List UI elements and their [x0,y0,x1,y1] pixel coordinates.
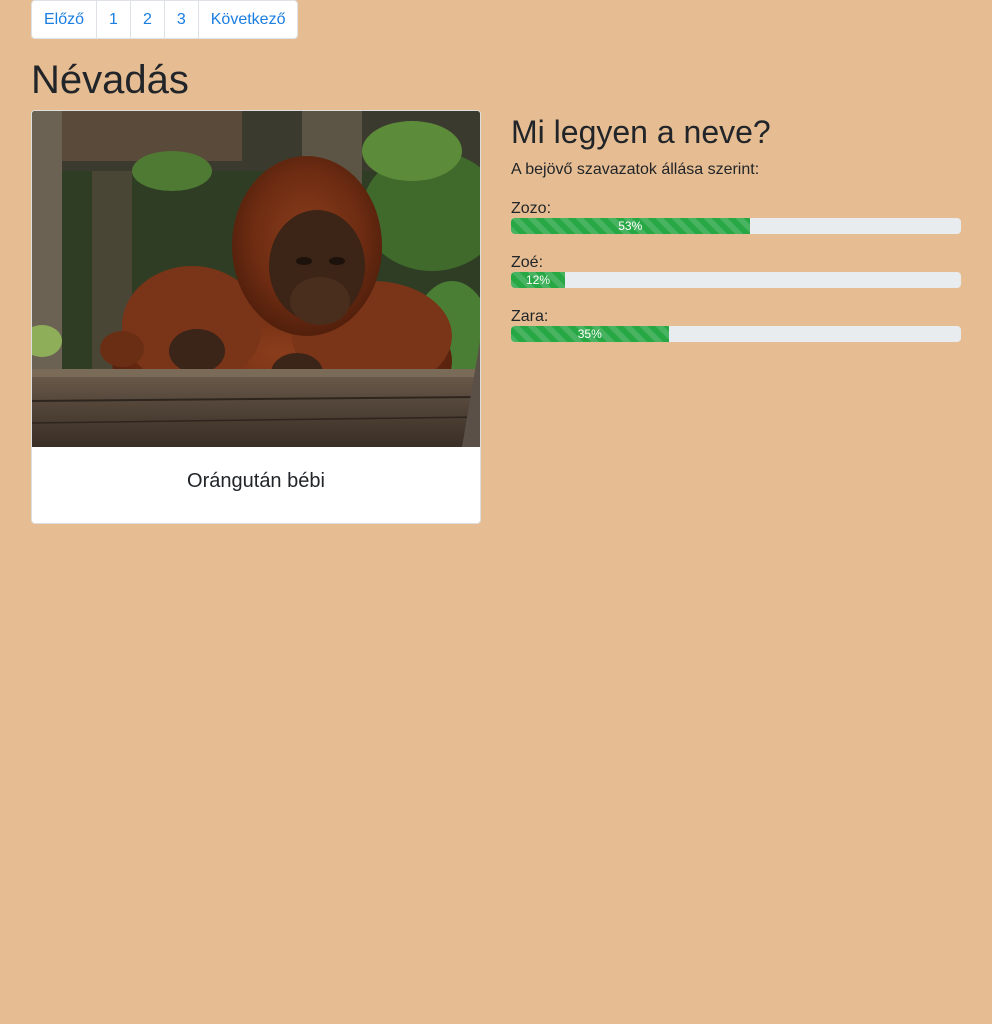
vote-progress[interactable]: 53% [511,218,961,234]
vote-progress[interactable]: 35% [511,326,961,342]
card-caption: Orángután bébi [187,470,325,492]
vote-progress-bar: 53% [511,218,750,234]
poll-title: Mi legyen a neve? [511,114,771,150]
vote-progress[interactable]: 12% [511,272,961,288]
vote-option-label: Zoé: [511,254,544,271]
vote-option: Zoé: 12% [511,254,961,288]
prev-page-link[interactable]: Előző [32,1,96,38]
vote-progress-bar: 12% [511,272,565,288]
page-1-link[interactable]: 1 [96,1,130,38]
vote-option-label: Zara: [511,308,549,325]
page-3-link[interactable]: 3 [163,1,198,38]
next-page-link[interactable]: Következő [197,1,298,38]
page-2-link[interactable]: 2 [129,1,164,38]
name-poll: Mi legyen a neve? A bejövő szavazatok ál… [511,112,961,342]
page-title: Névadás [31,58,189,102]
vote-option: Zara: 35% [511,308,961,342]
animal-card: Orángután bébi [31,110,481,524]
vote-progress-bar: 35% [511,326,669,342]
orangutan-photo [32,111,480,447]
vote-option-label: Zozo: [511,200,552,217]
poll-subtitle: A bejövő szavazatok állása szerint: [511,161,760,178]
vote-option: Zozo: 53% [511,200,961,234]
pagination: Előző 1 2 3 Következő [31,0,299,39]
